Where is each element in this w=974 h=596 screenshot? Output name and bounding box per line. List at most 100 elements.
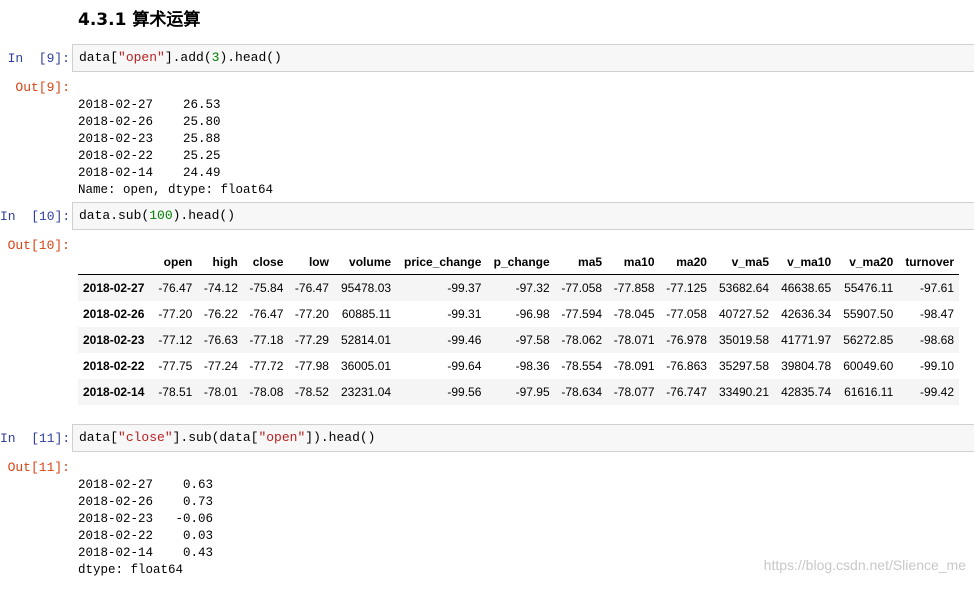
input-prompt-10: In [10]: xyxy=(0,209,71,224)
table-cell: -76.47 xyxy=(249,307,284,321)
code-token: data[ xyxy=(79,50,119,65)
table-cell: -78.01 xyxy=(203,385,238,399)
table-cell: -78.52 xyxy=(294,385,329,399)
table-cell: -76.47 xyxy=(158,281,193,295)
table-cell: -77.058 xyxy=(561,281,603,295)
code-token: ]).head() xyxy=(305,430,376,445)
table-cell: -78.51 xyxy=(158,385,193,399)
table-cell: 55476.11 xyxy=(844,281,894,295)
output-line: 2018-02-23 -0.06 xyxy=(78,512,214,526)
table-row: 2018-02-26 -77.20 -76.22 -76.47 -77.20 60885.… xyxy=(78,301,959,327)
output-line: 2018-02-23 25.88 xyxy=(78,132,221,146)
output-line: 2018-02-27 26.53 xyxy=(78,98,221,112)
code-token: data.sub( xyxy=(79,208,150,223)
table-cell: 60885.11 xyxy=(341,307,392,321)
table-cell: 23231.04 xyxy=(340,385,392,399)
table-cell: 36005.01 xyxy=(340,359,392,373)
code-token: ).head() xyxy=(172,208,236,223)
code-token: data[ xyxy=(79,430,119,445)
table-cell: -76.978 xyxy=(666,333,707,347)
column-header: close xyxy=(242,249,289,275)
table-cell: -75.84 xyxy=(249,281,284,295)
output-line: 2018-02-27 0.63 xyxy=(78,478,214,492)
table-cell: -78.08 xyxy=(249,385,284,399)
row-index: 2018-02-22 xyxy=(83,359,145,373)
output-text-11: 2018-02-27 0.63 2018-02-26 0.73 2018-02-23… xyxy=(78,460,213,596)
code-input-10[interactable]: data.sub(100).head() xyxy=(72,202,974,230)
table-cell: -97.61 xyxy=(919,281,954,295)
output-prompt-10: Out[10]: xyxy=(7,238,70,253)
table-cell: 42835.74 xyxy=(781,385,832,399)
section-heading: 4.3.1 算术运算 xyxy=(78,10,201,30)
table-cell: -78.062 xyxy=(561,333,603,347)
output-line: 2018-02-26 0.73 xyxy=(78,495,214,509)
table-cell: -98.36 xyxy=(515,359,550,373)
table-cell: -77.125 xyxy=(666,281,707,295)
column-header: p_change xyxy=(486,249,555,275)
table-cell: -78.634 xyxy=(561,385,603,399)
row-index: 2018-02-23 xyxy=(83,333,145,347)
table-cell: -96.98 xyxy=(515,307,550,321)
output-line: dtype: float64 xyxy=(78,563,184,577)
input-prompt-9: In [9]: xyxy=(7,51,70,66)
table-cell: -97.58 xyxy=(515,333,550,347)
code-token: ).head() xyxy=(219,50,282,65)
table-cell: 61616.11 xyxy=(844,385,894,399)
column-header: v_ma5 xyxy=(711,249,775,275)
table-cell: 52814.01 xyxy=(340,333,392,347)
table-cell: -99.46 xyxy=(447,333,482,347)
table-row: 2018-02-22 -77.75 -77.24 -77.72 -77.98 36005.… xyxy=(78,353,959,379)
output-prompt-9: Out[9]: xyxy=(15,80,70,95)
table-cell: -76.22 xyxy=(203,307,238,321)
code-token: ].add( xyxy=(164,50,212,65)
table-cell: 46638.65 xyxy=(781,281,832,295)
code-input-11[interactable]: data["close"].sub(data["open"]).head() xyxy=(72,424,974,452)
table-cell: -99.56 xyxy=(447,385,482,399)
code-token: ].sub(data[ xyxy=(172,430,259,445)
row-index: 2018-02-26 xyxy=(83,307,145,321)
code-string: "open" xyxy=(118,50,165,65)
table-cell: -77.20 xyxy=(158,307,193,321)
table-cell: 55907.50 xyxy=(843,307,894,321)
table-cell: -78.077 xyxy=(613,385,655,399)
table-cell: 56272.85 xyxy=(843,333,894,347)
column-header: volume xyxy=(333,249,397,275)
table-cell: -77.29 xyxy=(294,333,329,347)
table-cell: 40727.52 xyxy=(718,307,770,321)
table-cell: 95478.03 xyxy=(340,281,392,295)
table-cell: -74.12 xyxy=(203,281,238,295)
table-cell: 35019.58 xyxy=(718,333,770,347)
table-cell: 35297.58 xyxy=(718,359,770,373)
output-line: 2018-02-14 24.49 xyxy=(78,166,221,180)
code-string: "open" xyxy=(258,430,306,445)
column-header: high xyxy=(197,249,243,275)
table-cell: -99.10 xyxy=(919,359,954,373)
table-cell: -99.37 xyxy=(447,281,482,295)
table-cell: -97.32 xyxy=(515,281,550,295)
column-header xyxy=(78,249,152,275)
code-string: "close" xyxy=(118,430,173,445)
output-line: 2018-02-26 25.80 xyxy=(78,115,221,129)
dataframe-table: open high close low volume price_change … xyxy=(78,249,959,405)
table-cell: -77.058 xyxy=(666,307,707,321)
output-line: 2018-02-14 0.43 xyxy=(78,546,214,560)
table-cell: 60049.60 xyxy=(843,359,894,373)
table-cell: -77.20 xyxy=(294,307,329,321)
column-header: low xyxy=(288,249,334,275)
output-line: Name: open, dtype: float64 xyxy=(78,183,274,197)
output-line: 2018-02-22 0.03 xyxy=(78,529,214,543)
table-cell: -77.18 xyxy=(249,333,284,347)
table-cell: 39804.78 xyxy=(781,359,832,373)
table-cell: -78.071 xyxy=(613,333,655,347)
code-input-9[interactable]: data["open"].add(3).head() xyxy=(72,44,974,72)
table-header-row: open high close low volume price_change … xyxy=(78,249,959,275)
table-cell: -76.63 xyxy=(203,333,238,347)
column-header: v_ma20 xyxy=(836,249,899,275)
output-text-9: 2018-02-27 26.53 2018-02-26 25.80 2018-02-… xyxy=(78,80,273,216)
table-cell: -77.75 xyxy=(158,359,193,373)
column-header: turnover xyxy=(898,249,959,275)
input-prompt-11: In [11]: xyxy=(0,431,71,446)
table-cell: -98.68 xyxy=(919,333,954,347)
table-cell: -97.95 xyxy=(515,385,550,399)
table-row: 2018-02-23 -77.12 -76.63 -77.18 -77.29 52814.… xyxy=(78,327,959,353)
